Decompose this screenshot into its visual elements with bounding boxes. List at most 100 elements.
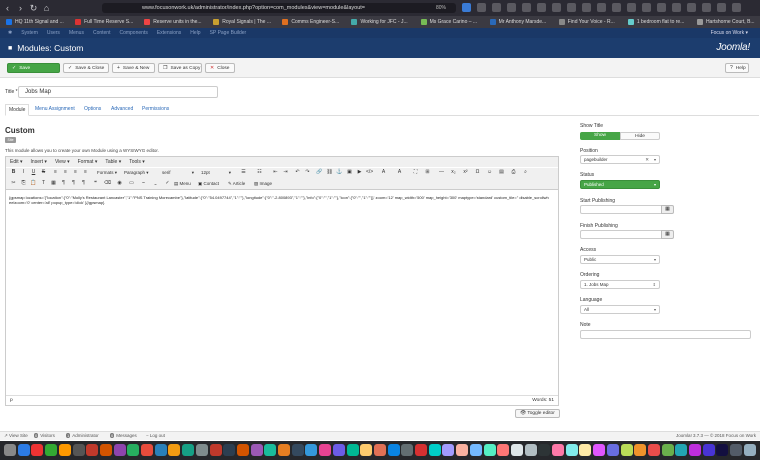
ltr-icon[interactable]: ¶: [70, 180, 77, 187]
editor-menu-edit[interactable]: Edit ▾: [10, 159, 23, 165]
dock-app-icon[interactable]: [716, 444, 729, 456]
dock-app-icon[interactable]: [579, 444, 592, 456]
forward-icon[interactable]: ›: [15, 3, 26, 14]
unlink-icon[interactable]: ⛓: [326, 169, 333, 176]
subscript-icon[interactable]: x₂: [450, 169, 457, 176]
dock-app-icon[interactable]: [702, 444, 715, 456]
bookmark-item[interactable]: Mr Anthony Marsde...: [489, 19, 553, 25]
anchor-icon[interactable]: ⚓: [336, 169, 343, 176]
dock-app-icon[interactable]: [99, 444, 112, 456]
blockquote-icon[interactable]: ❝: [92, 180, 99, 187]
dock-app-icon[interactable]: [442, 444, 455, 456]
extension-icon[interactable]: [702, 3, 711, 12]
bookmark-item[interactable]: Hartshorne Court, B...: [696, 19, 760, 25]
extension-icon[interactable]: [552, 3, 561, 12]
emoticons-icon[interactable]: ☺: [486, 169, 493, 176]
search-replace-icon[interactable]: ⌕: [522, 169, 529, 176]
dock-app-icon[interactable]: [675, 444, 688, 456]
home-icon[interactable]: ⌂: [41, 3, 52, 14]
reload-icon[interactable]: ↻: [28, 3, 39, 14]
messages-indicator[interactable]: 0 Messages: [110, 433, 137, 438]
rtl-icon[interactable]: ¶: [80, 180, 87, 187]
undo-icon[interactable]: ↶: [294, 169, 301, 176]
image-button[interactable]: ▨ Image: [254, 180, 272, 187]
extension-icon[interactable]: [582, 3, 591, 12]
bookmark-item[interactable]: HQ 11th Signal and ...: [6, 19, 69, 25]
show-title-show-button[interactable]: Show: [580, 132, 620, 140]
tab-advanced[interactable]: Advanced: [111, 106, 133, 112]
dock-app-icon[interactable]: [401, 444, 414, 456]
bookmark-item[interactable]: Working for JFC - J...: [351, 19, 414, 25]
menu-item-menus[interactable]: Menus: [69, 30, 84, 36]
bookmark-item[interactable]: Reserve units in the...: [144, 19, 207, 25]
editor-menu-insert[interactable]: Insert ▾: [31, 159, 47, 165]
element-path[interactable]: p: [10, 396, 13, 405]
bookmark-item[interactable]: Royal Signals | The ...: [213, 19, 276, 25]
extension-icon[interactable]: [507, 3, 516, 12]
menu-item-help[interactable]: Help: [190, 30, 200, 36]
media-icon[interactable]: ▤: [498, 169, 505, 176]
dock-app-icon[interactable]: [360, 444, 373, 456]
dock-app-icon[interactable]: [743, 444, 756, 456]
dock-app-icon[interactable]: [86, 444, 99, 456]
zoom-level[interactable]: 80%: [436, 4, 446, 12]
dock-app-icon[interactable]: [647, 444, 660, 456]
dock-app-icon[interactable]: [373, 444, 386, 456]
bold-icon[interactable]: B: [10, 169, 17, 176]
calendar-icon[interactable]: ▦: [661, 205, 674, 214]
editor-menu-table[interactable]: Table ▾: [105, 159, 121, 165]
tab-options[interactable]: Options: [84, 106, 101, 112]
back-icon[interactable]: ‹: [2, 3, 13, 14]
numbered-list-icon[interactable]: ☷: [256, 169, 263, 176]
paste-text-icon[interactable]: T: [40, 180, 47, 187]
dock-app-icon[interactable]: [565, 444, 578, 456]
dock-app-icon[interactable]: [4, 444, 16, 456]
dock-app-icon[interactable]: [552, 444, 564, 456]
pagebreak-icon[interactable]: ⎯: [140, 180, 147, 187]
joomla-icon[interactable]: ✱: [8, 30, 12, 36]
access-select[interactable]: Public ▾: [580, 255, 660, 264]
article-button[interactable]: ✎ Article: [228, 180, 245, 187]
preview-icon[interactable]: ◉: [116, 180, 123, 187]
dock-app-icon[interactable]: [72, 444, 85, 456]
menu-icon[interactable]: [732, 3, 741, 12]
dock-app-icon[interactable]: [387, 444, 400, 456]
dock-app-icon[interactable]: [182, 444, 195, 456]
image-icon[interactable]: ▣: [346, 169, 353, 176]
dock-app-icon[interactable]: [456, 444, 469, 456]
link-icon[interactable]: 🔗: [316, 169, 323, 176]
editor-content[interactable]: {gpsmap locations='{"location":{"0":"Mol…: [9, 195, 549, 205]
editor-menu-format[interactable]: Format ▾: [78, 159, 98, 165]
dock-app-icon[interactable]: [31, 444, 44, 456]
code-icon[interactable]: </>: [366, 169, 373, 176]
extension-icon[interactable]: [612, 3, 621, 12]
dock-app-icon[interactable]: [661, 444, 674, 456]
save-close-button[interactable]: ✓ Save & Close: [63, 63, 109, 73]
editor-menu-tools[interactable]: Tools ▾: [129, 159, 145, 165]
extension-icon[interactable]: [642, 3, 651, 12]
menu-item-components[interactable]: Components: [119, 30, 147, 36]
editor-menu-view[interactable]: View ▾: [55, 159, 70, 165]
dock-app-icon[interactable]: [319, 444, 332, 456]
extension-icon[interactable]: [717, 3, 726, 12]
background-color-icon[interactable]: A: [396, 169, 403, 176]
download-icon[interactable]: [462, 3, 471, 12]
extension-icon[interactable]: [627, 3, 636, 12]
position-select[interactable]: pagebuilder ✕ ▾: [580, 155, 660, 164]
strikethrough-icon[interactable]: S: [40, 169, 47, 176]
dock-app-icon[interactable]: [510, 444, 523, 456]
template-icon[interactable]: ▭: [128, 180, 135, 187]
title-input[interactable]: Jobs Map: [18, 86, 218, 98]
sidebar-icon[interactable]: [492, 3, 501, 12]
fullscreen-icon[interactable]: ⛶: [412, 169, 419, 176]
clear-icon[interactable]: ✕: [645, 156, 649, 163]
text-color-icon[interactable]: A: [380, 169, 387, 176]
bookmark-item[interactable]: Find Your Voice - R...: [558, 19, 622, 25]
paragraph-select[interactable]: Paragraph ▾: [124, 169, 149, 176]
language-select[interactable]: All ▾: [580, 305, 660, 314]
show-title-hide-button[interactable]: Hide: [620, 132, 660, 140]
redo-icon[interactable]: ↷: [304, 169, 311, 176]
dock-app-icon[interactable]: [469, 444, 482, 456]
charmap-icon[interactable]: Ω: [474, 169, 481, 176]
bookmark-item[interactable]: 1 bedroom flat to re...: [627, 19, 691, 25]
